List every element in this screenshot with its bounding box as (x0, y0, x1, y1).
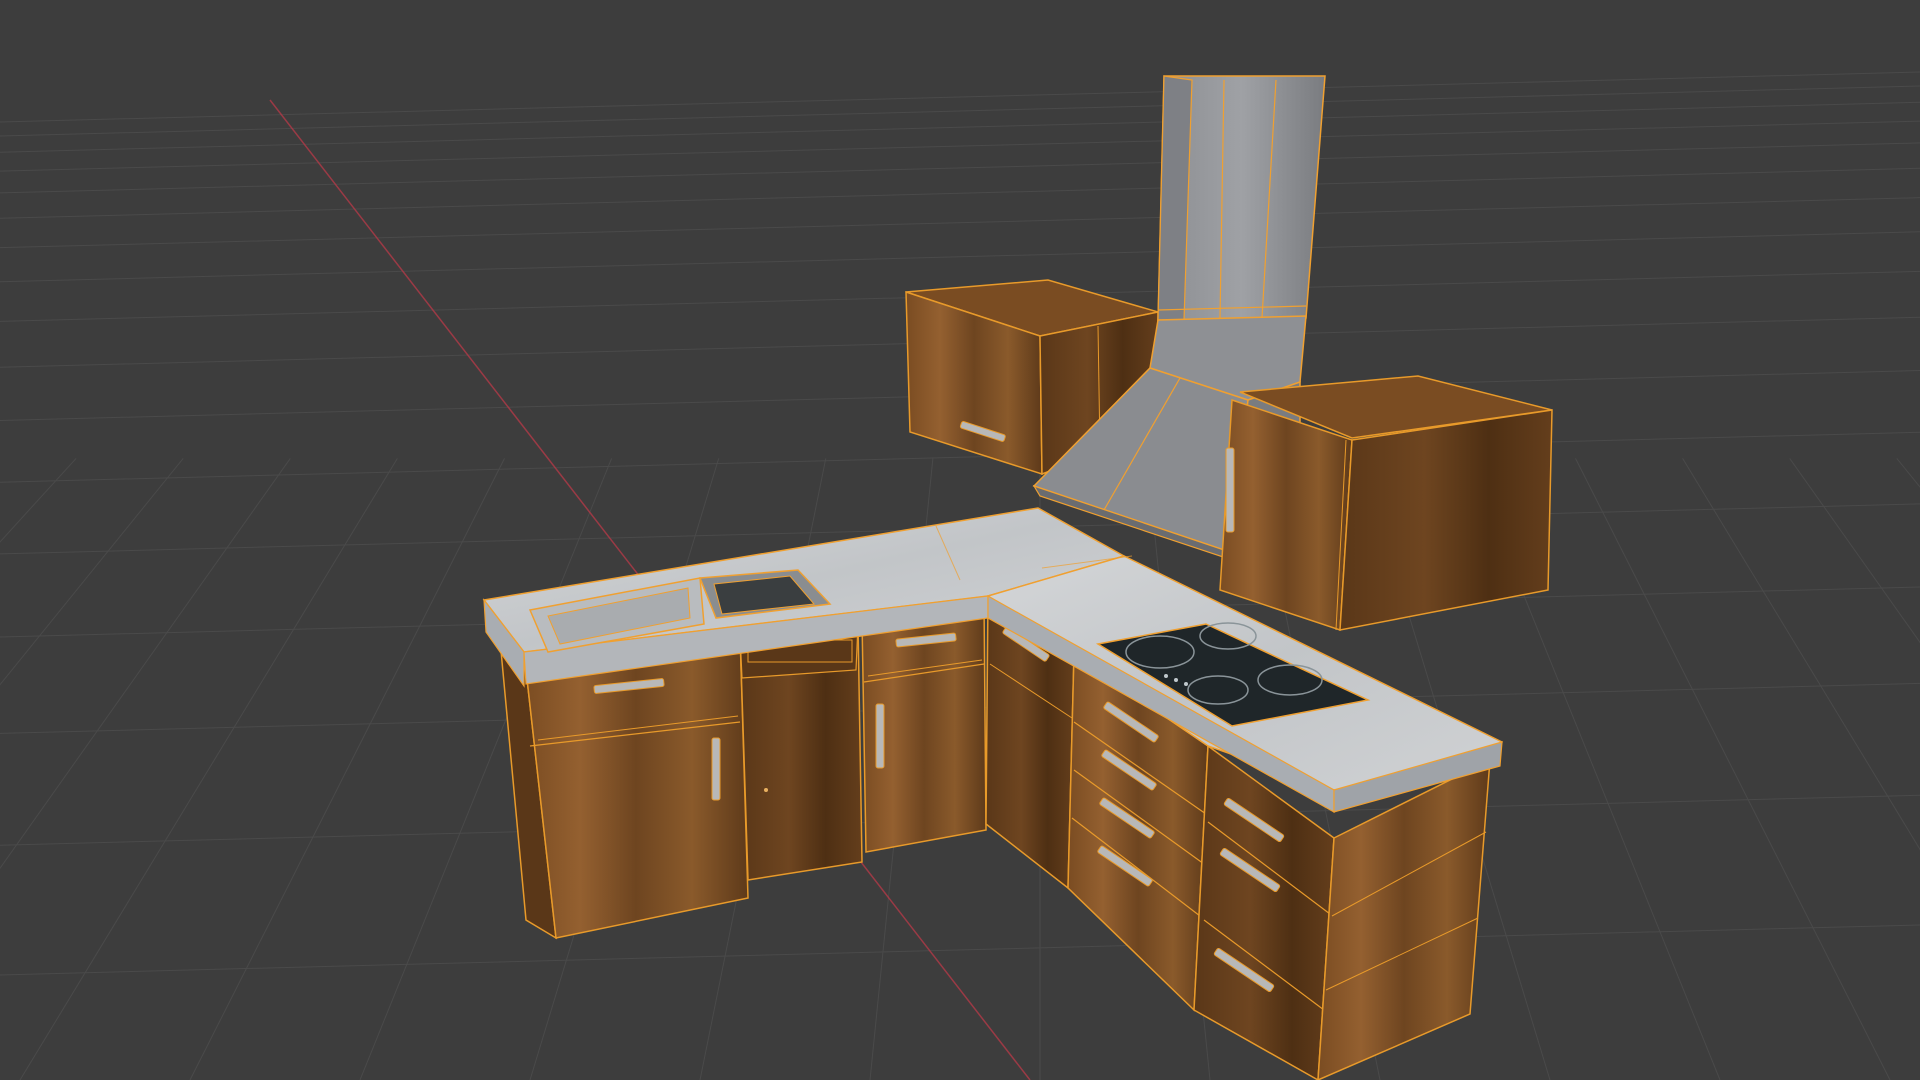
grid-line (0, 458, 291, 870)
grid-line (0, 458, 77, 543)
door-handle (711, 737, 721, 801)
wall-cabinet-right[interactable] (1219, 375, 1553, 632)
scene-canvas[interactable] (0, 0, 1920, 1080)
3d-viewport[interactable] (0, 0, 1920, 1080)
cabinet-handle (1225, 447, 1235, 533)
grid-line (0, 101, 1920, 153)
grid-line (1789, 458, 1920, 644)
grid-line (0, 71, 1920, 123)
grid-line (0, 197, 1920, 249)
grid-line (189, 458, 505, 1080)
grid-line (0, 142, 1920, 194)
grid-line (1575, 458, 1891, 1080)
grid-line (1682, 458, 1920, 851)
grid-line (0, 167, 1920, 219)
grid-line (0, 231, 1920, 283)
door-handle (875, 703, 885, 769)
grid-line (1896, 458, 1920, 488)
grid-line (0, 924, 1920, 976)
